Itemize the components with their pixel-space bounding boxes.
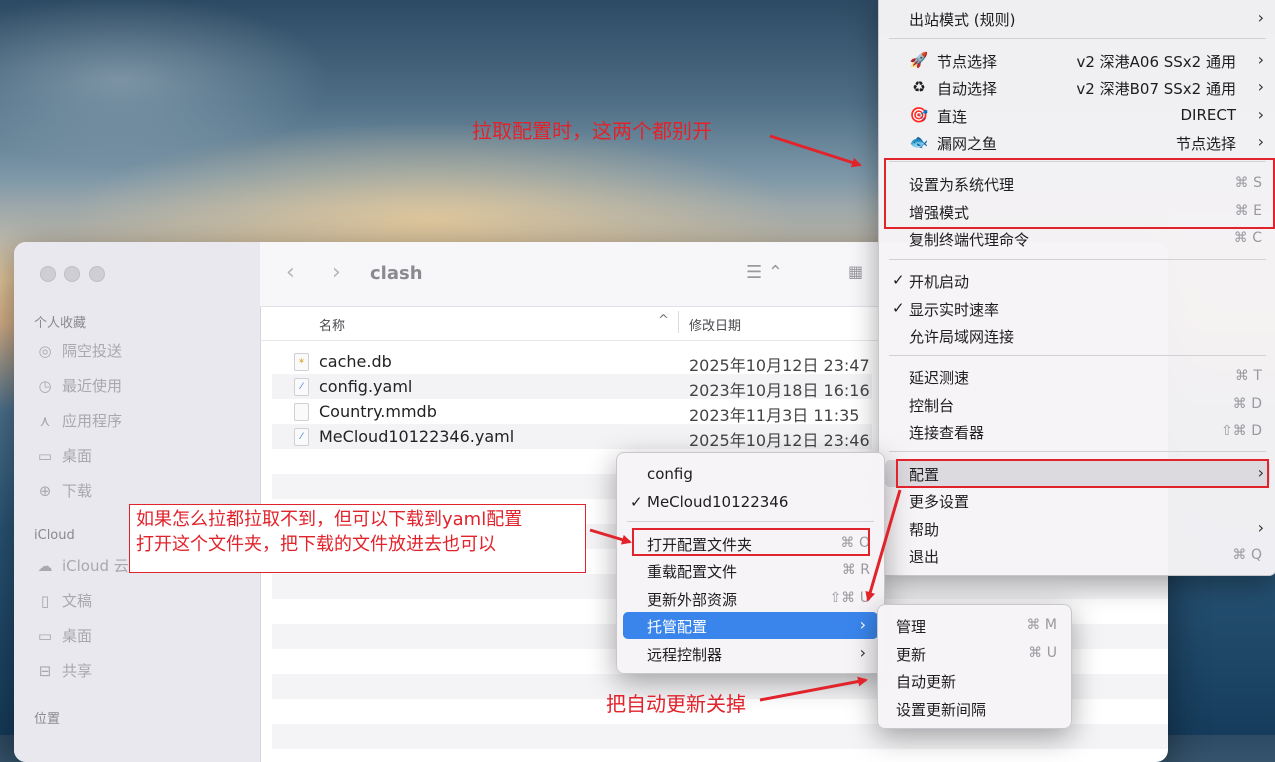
arrow-to-open-folder (589, 528, 632, 545)
annotation-arrows (589, 134, 902, 702)
arrow-to-auto-update (759, 676, 868, 702)
arrow-to-managed-submenu (865, 489, 902, 602)
arrow-to-proxy-options (769, 134, 862, 168)
